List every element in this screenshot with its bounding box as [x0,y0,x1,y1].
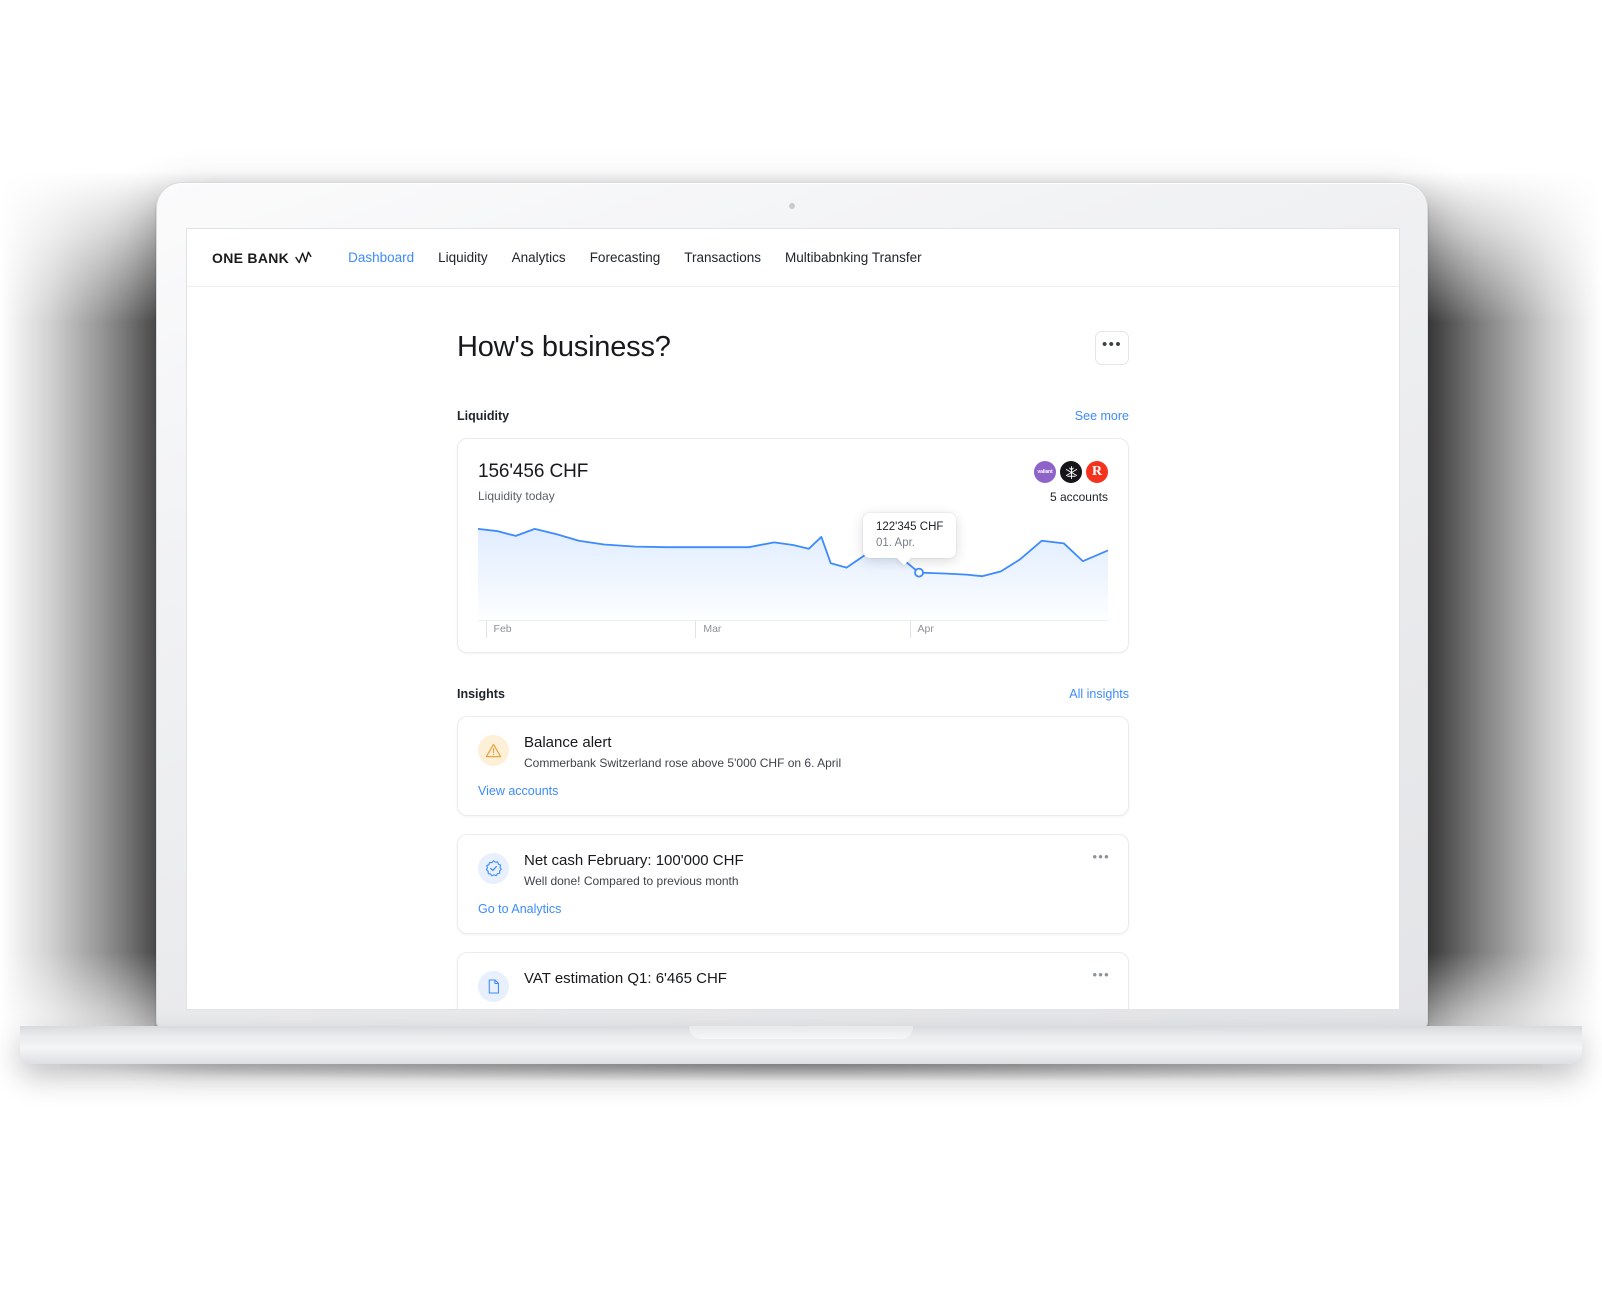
liquidity-card: 156'456 CHF Liquidity today valiant R 5 … [457,438,1129,653]
nav-item-analytics[interactable]: Analytics [512,250,566,265]
page-more-button[interactable]: ••• [1095,331,1129,365]
liquidity-card-header: 156'456 CHF Liquidity today valiant R 5 … [478,461,1108,504]
laptop-screen: ONE BANK Dashboard Liquidity Analytics F… [187,229,1399,1009]
brand-logo[interactable]: ONE BANK [212,250,312,266]
warning-triangle-icon [478,735,509,766]
raiffeisen-bank-avatar[interactable]: R [1086,461,1108,483]
page-header: How's business? ••• [457,331,1129,365]
axis-tick-mar: Mar [695,621,721,638]
liquidity-chart[interactable]: 122'345 CHF 01. Apr. Feb Mar Apr [478,510,1108,638]
laptop-lid: ONE BANK Dashboard Liquidity Analytics F… [156,182,1428,1028]
see-more-link[interactable]: See more [1075,409,1129,423]
top-navigation-bar: ONE BANK Dashboard Liquidity Analytics F… [187,229,1399,287]
insight-text-block: Balance alert Commerbank Switzerland ros… [524,734,841,770]
laptop-base-shadow [60,1064,1542,1080]
zigzag-check-mark-icon [295,251,312,264]
snowflake-emblem-icon [1065,465,1077,479]
insight-title: VAT estimation Q1: 6'465 CHF [524,970,727,987]
verified-badge-glyph [485,860,502,877]
insights-section-label: Insights [457,687,505,701]
tooltip-date: 01. Apr. [876,537,916,549]
liquidity-caption: Liquidity today [478,489,555,503]
axis-tick-feb: Feb [485,621,512,638]
insight-row: VAT estimation Q1: 6'465 CHF [478,970,1108,1002]
insight-title: Balance alert [524,734,612,751]
insight-card-net-cash: ••• Net cash February: 100'000 CHF Well … [457,834,1129,934]
accounts-count: 5 accounts [1049,490,1108,504]
nav-item-transactions[interactable]: Transactions [684,250,761,265]
nav-item-forecasting[interactable]: Forecasting [590,250,661,265]
brand-name: ONE BANK [212,249,290,266]
verified-badge-icon [478,853,509,884]
scene: ONE BANK Dashboard Liquidity Analytics F… [0,0,1602,1300]
page-title: How's business? [457,331,671,363]
valiant-avatar-label: valiant [1037,469,1053,475]
account-avatars: valiant R [1034,461,1108,483]
insight-description: Well done! Compared to previous month [524,874,739,888]
insight-row: Balance alert Commerbank Switzerland ros… [478,734,1108,770]
chart-x-axis: Feb Mar Apr [478,620,1108,640]
axis-tick-apr: Apr [909,621,934,638]
warning-triangle-glyph [485,743,502,758]
view-accounts-link[interactable]: View accounts [478,784,558,798]
insight-description: Commerbank Switzerland rose above 5'000 … [524,756,842,770]
insight-card-vat-estimation: ••• VAT estimation Q1: 6'465 CHF [457,952,1129,1009]
document-glyph [488,979,499,994]
insight-text-block: VAT estimation Q1: 6'465 CHF [524,970,727,992]
document-icon [478,971,509,1002]
laptop-base [20,1026,1582,1064]
insight-card-balance-alert: Balance alert Commerbank Switzerland ros… [457,716,1129,816]
chart-tooltip: 122'345 CHF 01. Apr. [863,513,957,558]
liquidity-section-label: Liquidity [457,409,510,423]
nav-item-dashboard[interactable]: Dashboard [348,250,414,265]
liquidity-amount: 156'456 CHF [478,461,589,482]
insights-section-header: Insights All insights [457,687,1129,701]
accounts-block: valiant R 5 accounts [1034,461,1108,504]
nav-item-multibanking-transfer[interactable]: Multibabnking Transfer [785,250,922,265]
liquidity-section-header: Liquidity See more [457,409,1129,423]
go-to-analytics-link[interactable]: Go to Analytics [478,902,561,916]
raiffeisen-avatar-label: R [1091,464,1103,479]
liquidity-amount-block: 156'456 CHF Liquidity today [478,461,588,503]
main-nav: Dashboard Liquidity Analytics Forecastin… [348,250,922,265]
tooltip-value: 122'345 CHF [876,521,944,533]
insight-text-block: Net cash February: 100'000 CHF Well done… [524,852,744,888]
liquidity-area-chart [478,528,1108,620]
page-content: How's business? ••• Liquidity See more 1… [187,287,1399,1009]
insight-title: Net cash February: 100'000 CHF [524,852,744,869]
webcam-icon [789,203,795,209]
insight-row: Net cash February: 100'000 CHF Well done… [478,852,1108,888]
bank-emblem-avatar[interactable] [1060,461,1082,483]
nav-item-liquidity[interactable]: Liquidity [438,250,488,265]
all-insights-link[interactable]: All insights [1069,687,1129,701]
valiant-bank-avatar[interactable]: valiant [1034,461,1056,483]
